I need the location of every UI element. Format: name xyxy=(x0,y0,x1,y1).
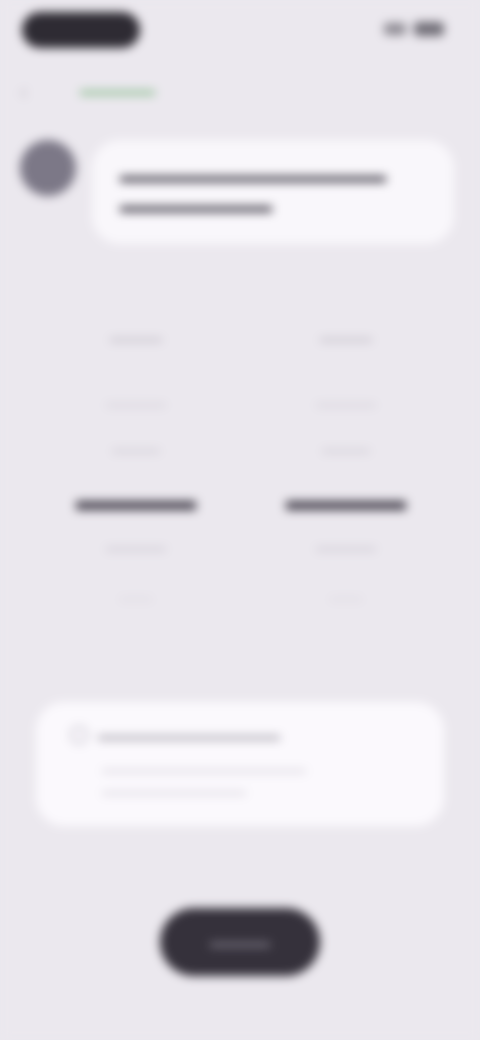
stat-foot: ▬▬▬ xyxy=(119,592,153,604)
stat-unit: ▬▬▬▬▬ xyxy=(316,540,376,554)
stat-unit: ▬▬▬▬▬ xyxy=(106,540,166,554)
app-screen: ‹ ▬▬▬▬▬ ▬▬▬▬▬▬▬▬▬▬▬▬▬▬ ▬▬▬▬▬▬▬▬ ▬▬▬▬ ▬▬▬… xyxy=(0,0,480,1040)
status-icons xyxy=(384,22,444,36)
info-title: ▬▬▬▬▬▬▬▬▬▬▬▬▬ xyxy=(98,727,280,743)
status-pill-icon xyxy=(22,12,140,48)
primary-action-button[interactable]: ▬▬▬▬ xyxy=(160,908,320,976)
info-icon xyxy=(70,726,88,744)
stat-foot: ▬▬▬ xyxy=(329,592,363,604)
stat-head: ▬▬▬▬ xyxy=(110,330,162,345)
back-arrow-icon[interactable]: ‹ xyxy=(20,80,40,104)
stat-column-right: ▬▬▬▬ ▬▬▬▬▬ ▬▬▬▬ ▬▬▬▬ ▬▬▬▬▬ ▬▬▬ xyxy=(266,330,426,612)
stat-head: ▬▬▬▬ xyxy=(320,330,372,345)
signal-icon xyxy=(384,23,406,35)
message-text: ▬▬▬▬▬▬▬▬▬▬▬▬▬▬ ▬▬▬▬▬▬▬▬ xyxy=(120,166,386,217)
message-bubble: ▬▬▬▬▬▬▬▬▬▬▬▬▬▬ ▬▬▬▬▬▬▬▬ xyxy=(92,140,454,244)
stat-note: ▬▬▬▬ xyxy=(112,442,160,456)
avatar xyxy=(20,140,76,196)
stat-sub: ▬▬▬▬▬ xyxy=(106,396,166,410)
stat-column-left: ▬▬▬▬ ▬▬▬▬▬ ▬▬▬▬ ▬▬▬▬ ▬▬▬▬▬ ▬▬▬ xyxy=(56,330,216,612)
stat-value: ▬▬▬▬ xyxy=(76,484,196,517)
info-body: ▬▬▬▬▬▬▬▬▬▬▬▬▬▬▬▬▬ ▬▬▬▬▬▬▬▬▬▬▬▬ xyxy=(102,762,306,798)
stat-note: ▬▬▬▬ xyxy=(322,442,370,456)
stat-sub: ▬▬▬▬▬ xyxy=(316,396,376,410)
battery-icon xyxy=(414,22,444,36)
info-card: ▬▬▬▬▬▬▬▬▬▬▬▬▬ ▬▬▬▬▬▬▬▬▬▬▬▬▬▬▬▬▬ ▬▬▬▬▬▬▬▬… xyxy=(36,702,444,826)
info-header: ▬▬▬▬▬▬▬▬▬▬▬▬▬ xyxy=(70,726,410,744)
stat-value: ▬▬▬▬ xyxy=(286,484,406,517)
nav-title: ▬▬▬▬▬ xyxy=(80,82,155,99)
